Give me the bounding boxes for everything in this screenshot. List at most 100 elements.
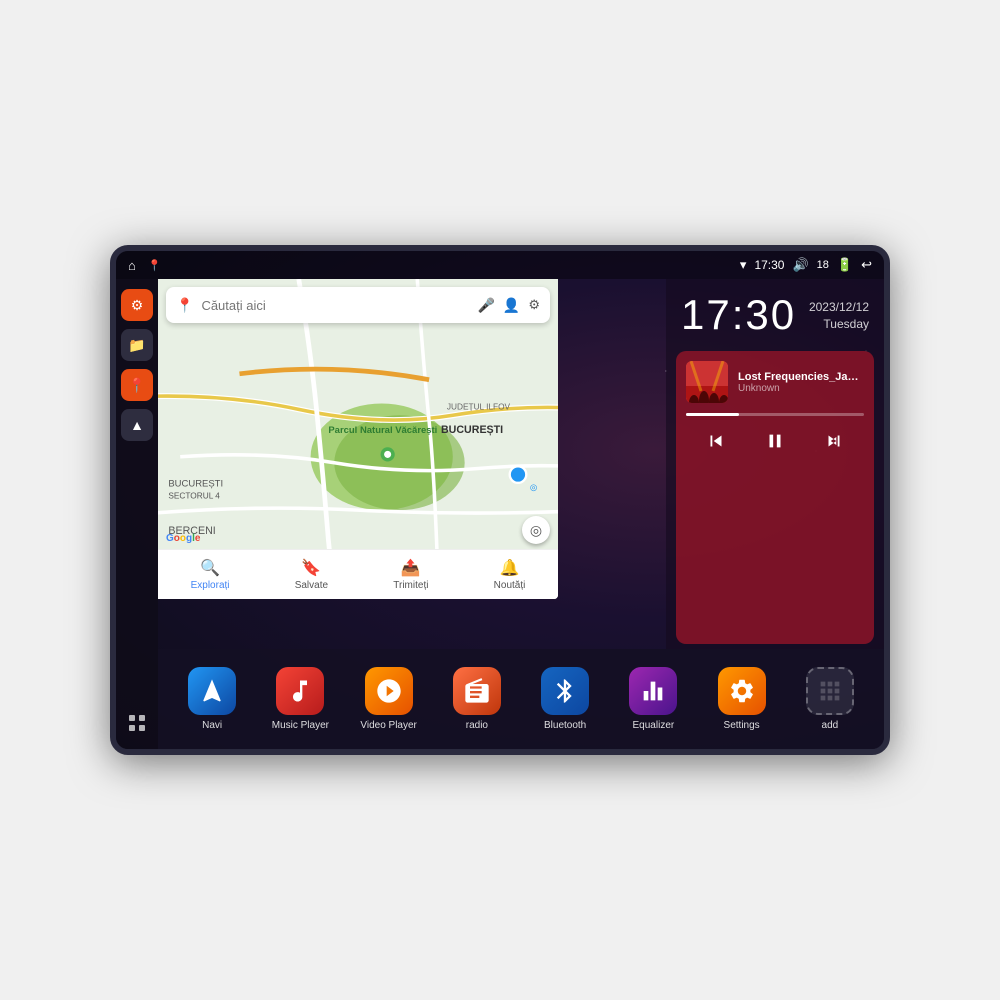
volume-icon: 🔊 [792, 257, 808, 273]
bluetooth-icon [551, 677, 579, 705]
app-video-player[interactable]: Video Player [356, 667, 421, 731]
video-icon-bg [365, 667, 413, 715]
settings-label: Settings [724, 720, 760, 731]
app-equalizer[interactable]: Equalizer [621, 667, 686, 731]
settings-icon-bg [718, 667, 766, 715]
saved-icon: 🔖 [301, 558, 321, 578]
app-music-player[interactable]: Music Player [268, 667, 333, 731]
status-time: 17:30 [754, 258, 784, 272]
progress-bar[interactable] [686, 413, 864, 416]
grid-icon [127, 713, 147, 733]
my-location-button[interactable]: ◎ [522, 516, 550, 544]
pause-icon [764, 430, 786, 452]
map-container[interactable]: BERCENI BUCUREȘTI JUDEȚUL ILFOV BUCUREȘT… [158, 279, 558, 599]
news-label: Noutăți [494, 580, 526, 591]
navi-label: Navi [202, 720, 222, 731]
day-text: Tuesday [809, 316, 869, 333]
share-label: Trimiteți [393, 580, 428, 591]
app-radio[interactable]: radio [444, 667, 509, 731]
sidebar-navigation-button[interactable]: ▲ [121, 409, 153, 441]
play-circle-icon [375, 677, 403, 705]
eq-icon-bg [629, 667, 677, 715]
add-grid-icon [816, 677, 844, 705]
sidebar-settings-button[interactable]: ⚙ [121, 289, 153, 321]
music-icon-bg [276, 667, 324, 715]
radio-label: radio [466, 720, 488, 731]
apps-grid-button[interactable] [121, 707, 153, 739]
album-art-inner [686, 361, 728, 403]
add-icon-bg [806, 667, 854, 715]
map-bottom-bar: 🔍 Explorați 🔖 Salvate 📤 Trimiteți 🔔 Nout… [158, 549, 558, 599]
map-share-tab[interactable]: 📤 Trimiteți [393, 558, 428, 591]
google-logo: Google [166, 533, 200, 544]
music-controls [686, 426, 864, 461]
sidebar-files-button[interactable]: 📁 [121, 329, 153, 361]
music-note-icon [286, 677, 314, 705]
next-track-button[interactable] [815, 426, 853, 461]
equalizer-bars-icon [639, 677, 667, 705]
right-panel: 17:30 2023/12/12 Tuesday [666, 279, 884, 649]
track-name: Lost Frequencies_Janie... [738, 371, 864, 383]
sidebar-maps-button[interactable]: 📍 [121, 369, 153, 401]
date-text: 2023/12/12 [809, 299, 869, 316]
status-bar: ⌂ 📍 ▾ 17:30 🔊 18 🔋 ↩ [116, 251, 884, 279]
pause-button[interactable] [756, 426, 794, 461]
mic-icon[interactable]: 🎤 [477, 297, 494, 314]
app-bluetooth[interactable]: Bluetooth [533, 667, 598, 731]
map-icon[interactable]: 📍 [148, 259, 162, 272]
screen: ⌂ 📍 ▾ 17:30 🔊 18 🔋 ↩ ⚙ 📁 📍 [116, 251, 884, 749]
navi-icon-bg [188, 667, 236, 715]
car-head-unit: ⌂ 📍 ▾ 17:30 🔊 18 🔋 ↩ ⚙ 📁 📍 [110, 245, 890, 755]
map-explore-tab[interactable]: 🔍 Explorați [191, 558, 230, 591]
explore-icon: 🔍 [200, 558, 220, 578]
music-player-label: Music Player [272, 720, 329, 731]
svg-text:BUCUREȘTI: BUCUREȘTI [441, 424, 503, 436]
navi-arrow-icon [198, 677, 226, 705]
settings-icon: ⚙ [131, 297, 144, 314]
svg-text:◎: ◎ [530, 482, 537, 492]
map-saved-tab[interactable]: 🔖 Salvate [295, 558, 328, 591]
account-icon[interactable]: 👤 [503, 297, 520, 314]
app-settings[interactable]: Settings [709, 667, 774, 731]
back-icon[interactable]: ↩ [861, 257, 872, 273]
radio-icon-bg [453, 667, 501, 715]
track-info: Lost Frequencies_Janie... Unknown [686, 361, 864, 403]
album-art [686, 361, 728, 403]
app-add[interactable]: add [797, 667, 862, 731]
news-icon: 🔔 [500, 558, 520, 578]
prev-track-button[interactable] [697, 426, 735, 461]
video-player-label: Video Player [360, 720, 417, 731]
map-news-tab[interactable]: 🔔 Noutăți [494, 558, 526, 591]
svg-text:BUCUREȘTI: BUCUREȘTI [168, 478, 223, 489]
app-navi[interactable]: Navi [180, 667, 245, 731]
album-art-svg [686, 361, 728, 403]
files-icon: 📁 [128, 337, 145, 354]
google-maps-icon: 📍 [176, 297, 193, 314]
home-icon[interactable]: ⌂ [128, 258, 136, 273]
radio-wave-icon [463, 677, 491, 705]
navigation-icon: ▲ [130, 417, 144, 433]
map-search-bar[interactable]: 📍 🎤 👤 ⚙ [166, 287, 550, 323]
clock-area: 17:30 2023/12/12 Tuesday [666, 279, 884, 346]
map-pin-icon: 📍 [128, 377, 145, 394]
add-label: add [822, 720, 839, 731]
music-widget: Lost Frequencies_Janie... Unknown [676, 351, 874, 644]
skip-back-icon [705, 430, 727, 452]
status-bar-left: ⌂ 📍 [128, 258, 162, 273]
more-icon[interactable]: ⚙ [528, 297, 540, 313]
clock-display: 17:30 [681, 294, 796, 336]
progress-fill [686, 413, 739, 416]
left-sidebar: ⚙ 📁 📍 ▲ [116, 279, 158, 749]
equalizer-label: Equalizer [633, 720, 675, 731]
status-bar-right: ▾ 17:30 🔊 18 🔋 ↩ [740, 257, 872, 273]
wifi-icon: ▾ [740, 257, 747, 273]
map-search-input[interactable] [201, 298, 469, 313]
crosshair-icon: ◎ [530, 522, 542, 539]
bottom-dock: Navi Music Player Video Player [158, 649, 884, 749]
svg-text:Parcul Natural Văcărești: Parcul Natural Văcărești [328, 425, 437, 436]
bluetooth-label: Bluetooth [544, 720, 586, 731]
gear-icon [728, 677, 756, 705]
clock-date: 2023/12/12 Tuesday [809, 294, 869, 333]
explore-label: Explorați [191, 580, 230, 591]
battery-level: 18 [817, 259, 829, 271]
